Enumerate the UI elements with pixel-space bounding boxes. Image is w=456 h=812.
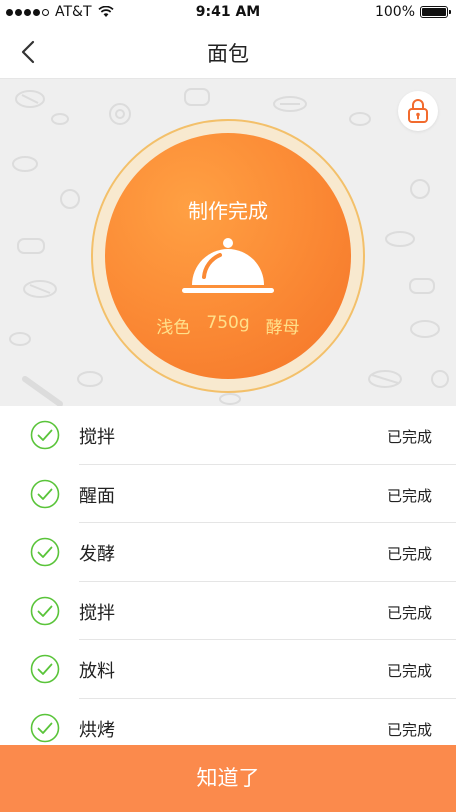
lock-button[interactable] xyxy=(398,91,438,131)
status-hero: 制作完成 浅色 750g 酵母 xyxy=(0,79,456,406)
step-state: 已完成 xyxy=(386,603,432,622)
battery-icon xyxy=(420,6,451,18)
step-name: 醒面 xyxy=(79,485,115,507)
step-row: 放料 已完成 xyxy=(0,640,456,699)
recipe-params: 浅色 750g 酵母 xyxy=(105,313,351,338)
step-state: 已完成 xyxy=(386,662,432,680)
step-row: 搅拌 已完成 xyxy=(0,406,456,465)
param-leaven: 酵母 xyxy=(265,318,300,338)
lock-icon xyxy=(408,99,428,123)
param-weight: 750g xyxy=(206,313,250,333)
status-circle: 制作完成 浅色 750g 酵母 xyxy=(105,133,351,379)
step-row: 搅拌 已完成 xyxy=(0,582,456,640)
confirm-button[interactable]: 知道了 xyxy=(0,745,456,812)
check-circle-icon xyxy=(30,479,60,508)
step-state: 已完成 xyxy=(386,720,432,739)
battery-percent: 100% xyxy=(374,4,415,20)
check-circle-icon xyxy=(30,537,60,567)
check-circle-icon xyxy=(30,596,60,625)
check-circle-icon xyxy=(30,420,60,450)
param-color: 浅色 xyxy=(156,318,191,338)
step-name: 发酵 xyxy=(79,544,115,565)
step-state: 已完成 xyxy=(386,545,432,563)
step-name: 搅拌 xyxy=(79,427,115,448)
step-list: 搅拌 已完成 醒面 已完成 发酵 已完成 搅拌 已完成 放料 已完成 烘烤 已完… xyxy=(0,406,456,757)
status-bar: AT&T 9:41 AM 100% xyxy=(0,0,456,26)
status-right: 100% xyxy=(374,4,451,20)
nav-bar: 面包 xyxy=(0,26,456,79)
check-circle-icon xyxy=(30,713,60,742)
step-name: 放料 xyxy=(79,661,115,682)
page-title: 面包 xyxy=(207,42,249,66)
check-circle-icon xyxy=(30,654,60,684)
step-name: 搅拌 xyxy=(79,602,115,624)
step-state: 已完成 xyxy=(386,428,432,446)
step-state: 已完成 xyxy=(386,486,432,505)
step-row: 发酵 已完成 xyxy=(0,523,456,582)
cloche-icon xyxy=(182,238,274,293)
step-row: 醒面 已完成 xyxy=(0,465,456,523)
step-name: 烘烤 xyxy=(79,719,115,741)
status-text: 制作完成 xyxy=(188,199,268,223)
